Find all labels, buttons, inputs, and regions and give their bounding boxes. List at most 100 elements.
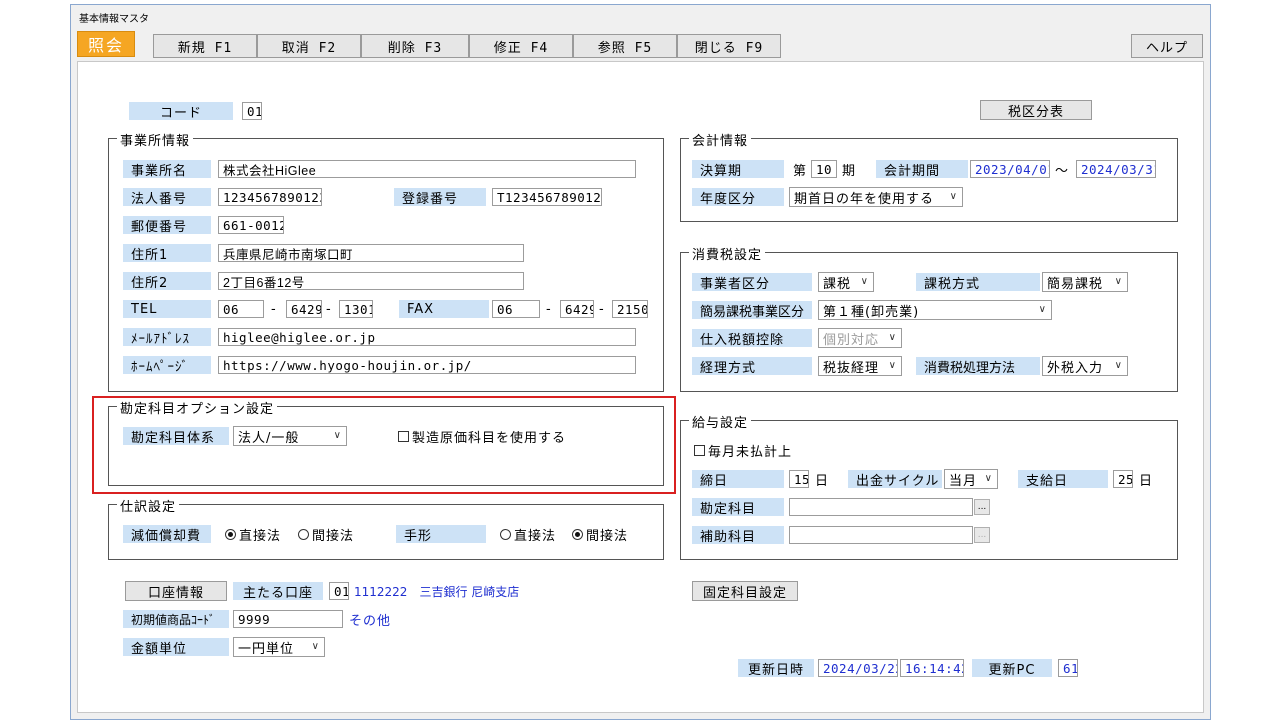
update-pc-field: 61 [1058, 659, 1078, 677]
period-label: 決算期 [692, 160, 784, 179]
bank-info-button[interactable]: 口座情報 [125, 581, 227, 601]
code-field[interactable]: 01 [242, 102, 262, 120]
tax-process-select[interactable]: 外税入力 ∨ [1042, 356, 1128, 376]
amount-unit-select[interactable]: 一円単位 ∨ [233, 637, 325, 657]
tel-last-field[interactable]: 1301 [339, 300, 373, 318]
fax-dash-2: - [599, 301, 605, 317]
address1-field[interactable]: 兵庫県尼崎市南塚口町 [218, 244, 524, 262]
reg-no-field[interactable]: T1234567890123 [492, 188, 602, 206]
sub-account-label: 補助科目 [692, 526, 784, 545]
tax-process-label: 消費税処理方法 [916, 357, 1040, 376]
chevron-down-icon: ∨ [1114, 360, 1123, 371]
depreciation-indirect-label: 間接法 [312, 528, 355, 544]
payday-unit: 日 [1139, 473, 1154, 489]
deduction-select[interactable]: 個別対応 ∨ [818, 328, 902, 348]
business-type-value: 課税 [823, 276, 852, 292]
address2-field[interactable]: 2丁目6番12号 [218, 272, 524, 290]
salary-account-field[interactable] [789, 498, 973, 516]
reg-no-label: 登録番号 [394, 188, 486, 207]
salary-account-lookup-button[interactable]: ... [974, 499, 990, 515]
sub-account-field[interactable] [789, 526, 973, 544]
email-label: ﾒｰﾙｱﾄﾞﾚｽ [123, 328, 211, 347]
period-prefix: 第 [793, 163, 808, 179]
accounting-method-select[interactable]: 税抜経理 ∨ [818, 356, 902, 376]
radio-unchecked-icon [298, 528, 309, 540]
master-window: 基本情報マスタ 照会 新規 F1 取消 F2 削除 F3 修正 F4 参照 F5… [70, 4, 1211, 720]
tax-method-value: 簡易課税 [1047, 276, 1104, 292]
delete-button[interactable]: 削除 F3 [361, 34, 469, 58]
sub-account-lookup-button[interactable]: ... [974, 527, 990, 543]
account-option-group: 勘定科目オプション設定 [108, 398, 664, 486]
radio-unchecked-icon [500, 528, 511, 540]
bill-direct-radio[interactable]: 直接法 [500, 525, 556, 544]
chevron-down-icon: ∨ [888, 332, 897, 343]
simple-tax-select[interactable]: 第１種(卸売業) ∨ [818, 300, 1052, 320]
tel-mid-field[interactable]: 6429 [286, 300, 322, 318]
fax-dash-1: - [546, 301, 552, 317]
term-end-field[interactable]: 2024/03/31 [1076, 160, 1156, 178]
tax-method-select[interactable]: 簡易課税 ∨ [1042, 272, 1128, 292]
depreciation-label: 減価償却費 [123, 525, 211, 544]
accounting-method-label: 経理方式 [692, 357, 812, 376]
fax-area-field[interactable]: 06 [492, 300, 540, 318]
corp-no-label: 法人番号 [123, 188, 211, 207]
term-start-field[interactable]: 2023/04/01 [970, 160, 1050, 178]
year-type-select[interactable]: 期首日の年を使用する ∨ [789, 187, 963, 207]
initial-product-field[interactable]: 9999 [233, 610, 343, 628]
simple-tax-value: 第１種(卸売業) [823, 304, 920, 320]
account-system-label: 勘定科目体系 [123, 427, 229, 446]
cycle-label: 出金サイクル [848, 470, 942, 489]
close-button[interactable]: 閉じる F9 [677, 34, 781, 58]
postal-field[interactable]: 661-0012 [218, 216, 284, 234]
chevron-down-icon: ∨ [333, 430, 342, 441]
tax-table-button[interactable]: 税区分表 [980, 100, 1092, 120]
chevron-down-icon: ∨ [984, 473, 993, 484]
account-system-select[interactable]: 法人/一般 ∨ [233, 426, 347, 446]
office-name-field[interactable]: 株式会社HiGlee [218, 160, 636, 178]
cycle-select[interactable]: 当月 ∨ [944, 469, 998, 489]
business-type-select[interactable]: 課税 ∨ [818, 272, 874, 292]
manufacturing-check-label: 製造原価科目を使用する [412, 430, 567, 446]
checkbox-icon [398, 430, 409, 442]
homepage-field[interactable]: https://www.hyogo-houjin.or.jp/ [218, 356, 636, 374]
fax-last-field[interactable]: 2150 [612, 300, 648, 318]
email-field[interactable]: higlee@higlee.or.jp [218, 328, 636, 346]
chevron-down-icon: ∨ [888, 360, 897, 371]
corp-no-field[interactable]: 1234567890123 [218, 188, 322, 206]
window-title: 基本情報マスタ [79, 14, 149, 25]
cycle-value: 当月 [949, 473, 978, 489]
help-button[interactable]: ヘルプ [1131, 34, 1203, 58]
manufacturing-checkbox[interactable]: 製造原価科目を使用する [398, 427, 567, 446]
tel-label: TEL [123, 300, 211, 318]
period-field[interactable]: 10 [811, 160, 837, 178]
bill-indirect-radio[interactable]: 間接法 [572, 525, 629, 544]
main-bank-no-field[interactable]: 01 [329, 582, 349, 600]
fax-mid-field[interactable]: 6429 [560, 300, 594, 318]
cutoff-field[interactable]: 15 [789, 470, 809, 488]
tax-method-label: 課税方式 [916, 273, 1040, 292]
depreciation-indirect-radio[interactable]: 間接法 [298, 525, 355, 544]
update-pc-label: 更新PC [972, 659, 1052, 678]
unpaid-check-label: 毎月未払計上 [708, 444, 793, 460]
year-type-value: 期首日の年を使用する [794, 191, 935, 207]
tel-area-field[interactable]: 06 [218, 300, 264, 318]
tel-dash-2: - [326, 301, 332, 317]
new-button[interactable]: 新規 F1 [153, 34, 257, 58]
salary-title: 給与設定 [689, 412, 752, 431]
year-type-label: 年度区分 [692, 188, 784, 207]
fax-label: FAX [399, 300, 489, 318]
chevron-down-icon: ∨ [311, 641, 320, 652]
unpaid-checkbox[interactable]: 毎月未払計上 [694, 441, 793, 460]
term-label: 会計期間 [876, 160, 968, 179]
office-info-title: 事業所情報 [117, 130, 194, 149]
cancel-button[interactable]: 取消 F2 [257, 34, 361, 58]
accounting-group: 会計情報 [680, 130, 1178, 222]
depreciation-direct-radio[interactable]: 直接法 [225, 525, 281, 544]
reference-button[interactable]: 参照 F5 [573, 34, 677, 58]
fixed-account-button[interactable]: 固定科目設定 [692, 581, 798, 601]
bill-indirect-label: 間接法 [586, 528, 629, 544]
modify-button[interactable]: 修正 F4 [469, 34, 573, 58]
main-bank-label: 主たる口座 [233, 582, 323, 601]
updated-time-field: 16:14:42 [900, 659, 964, 677]
payday-field[interactable]: 25 [1113, 470, 1133, 488]
